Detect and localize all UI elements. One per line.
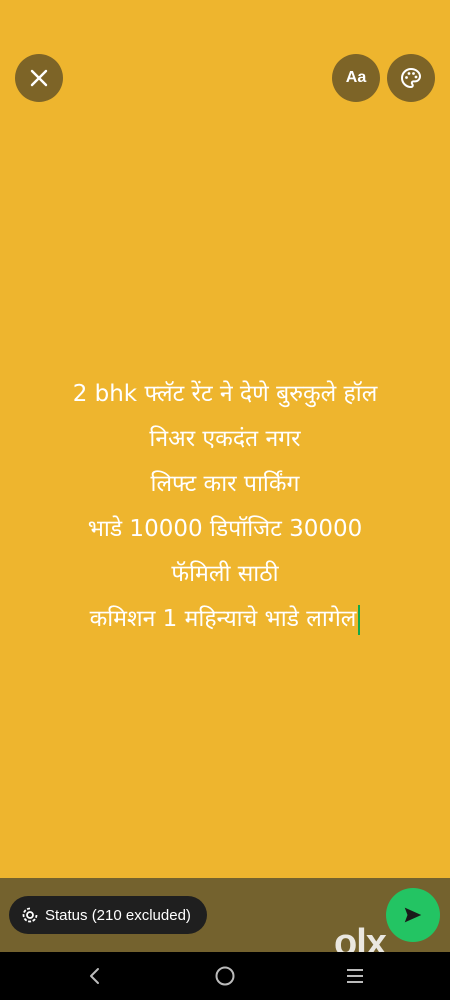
nav-home-button[interactable] — [195, 952, 255, 1000]
font-style-button[interactable]: Aa — [332, 54, 380, 102]
background-color-button[interactable] — [387, 54, 435, 102]
text-cursor — [358, 604, 361, 635]
close-icon — [30, 69, 48, 87]
status-text-line: फॅमिली साठी — [171, 561, 279, 587]
close-button[interactable] — [15, 54, 63, 102]
status-text-input[interactable]: 2 bhk फ्लॅट रेंट ने देणे बुरुकुले हॉल नि… — [20, 372, 430, 642]
status-text-line: 2 bhk फ्लॅट रेंट ने देणे बुरुकुले हॉल — [72, 381, 378, 407]
home-icon — [215, 966, 235, 986]
font-style-label: Aa — [345, 69, 367, 86]
status-circle-icon — [21, 906, 39, 924]
nav-back-button[interactable] — [65, 952, 125, 1000]
status-text-line: भाडे 10000 डिपॉजिट 30000 — [87, 516, 363, 542]
system-nav-bar — [0, 952, 450, 1000]
status-text-line-last: कमिशन 1 महिन्याचे भाडे लागेल — [20, 597, 430, 642]
audience-label: Status (210 excluded) — [45, 906, 191, 924]
recent-apps-icon — [347, 969, 363, 983]
back-icon — [90, 968, 99, 984]
audience-selector-button[interactable]: Status (210 excluded) — [9, 896, 207, 934]
send-button[interactable] — [386, 888, 440, 942]
send-icon — [404, 907, 422, 923]
nav-recent-button[interactable] — [325, 952, 385, 1000]
status-text-line: लिफ्ट कार पार्किंग — [150, 471, 300, 497]
palette-icon — [401, 67, 422, 89]
status-text-line: निअर एकदंत नगर — [149, 426, 301, 452]
status-text-line: कमिशन 1 महिन्याचे भाडे लागेल — [89, 606, 357, 632]
status-editor-screen: Aa 2 bhk फ्लॅट रेंट ने देणे बुरुकुले हॉल… — [0, 0, 450, 1000]
